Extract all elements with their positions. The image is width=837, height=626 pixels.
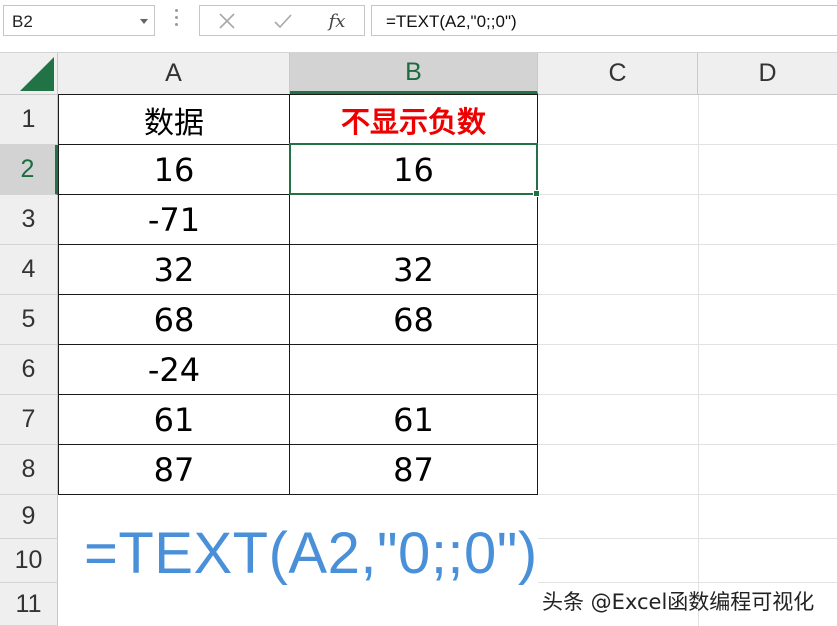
cell-a7[interactable]: 61 [58,395,290,445]
formula-buttons: fx [199,5,365,36]
checkmark-icon[interactable] [268,10,298,32]
watermark: 头条 @Excel函数编程可视化 [542,590,815,614]
row-header-2[interactable]: 2 [0,145,58,195]
cell-b4[interactable]: 32 [290,245,538,295]
column-header-row: A B C D [0,53,837,95]
cell-b3[interactable] [290,195,538,245]
cell-a2[interactable]: 16 [58,145,290,195]
column-header-b[interactable]: B [290,53,538,94]
row-header-7[interactable]: 7 [0,395,58,445]
cell-b7[interactable]: 61 [290,395,538,445]
cell-a5[interactable]: 68 [58,295,290,345]
row-header-6[interactable]: 6 [0,345,58,395]
gridline [538,494,837,495]
cell-b8[interactable]: 87 [290,445,538,495]
cell-a1[interactable]: 数据 [58,94,290,145]
active-cell-selection [289,143,540,197]
column-header-a[interactable]: A [58,53,290,94]
row-header-8[interactable]: 8 [0,445,58,495]
gridline [538,444,837,445]
gridline [538,344,837,345]
formula-caption: =TEXT(A2,"0;;0") [84,521,538,586]
formula-bar: B2 fx =TEXT(A2,"0;;0") [0,0,837,53]
chevron-down-icon[interactable] [140,19,148,24]
row-header-4[interactable]: 4 [0,245,58,295]
row-header-9[interactable]: 9 [0,495,58,539]
gridline [538,394,837,395]
fx-icon: fx [328,10,346,32]
cell-b6[interactable] [290,345,538,395]
cell-a6[interactable]: -24 [58,345,290,395]
fill-handle[interactable] [533,190,540,197]
formula-text: =TEXT(A2,"0;;0") [386,12,517,31]
cell-b5[interactable]: 68 [290,295,538,345]
row-header-1[interactable]: 1 [0,95,58,145]
select-all-button[interactable] [0,53,58,94]
insert-function-button[interactable]: fx [322,10,352,32]
gridline [538,538,837,539]
gridline [538,244,837,245]
name-box[interactable]: B2 [3,5,155,36]
name-box-value: B2 [12,12,33,31]
gridline [698,95,699,626]
cell-a4[interactable]: 32 [58,245,290,295]
row-header-3[interactable]: 3 [0,195,58,245]
formula-input[interactable]: =TEXT(A2,"0;;0") [371,5,837,36]
gridline [538,194,837,195]
cell-a8[interactable]: 87 [58,445,290,495]
column-header-d[interactable]: D [698,53,837,94]
row-header-10[interactable]: 10 [0,539,58,583]
column-header-c[interactable]: C [538,53,698,94]
gridline [538,144,837,145]
cell-a3[interactable]: -71 [58,195,290,245]
cell-b1[interactable]: 不显示负数 [290,94,538,145]
row-header-5[interactable]: 5 [0,295,58,345]
cancel-x-icon[interactable] [212,10,242,32]
gridline [538,294,837,295]
drag-handle-icon[interactable] [175,9,179,31]
row-header-11[interactable]: 11 [0,583,58,626]
gridline [538,582,837,583]
select-all-triangle-icon [20,57,54,91]
